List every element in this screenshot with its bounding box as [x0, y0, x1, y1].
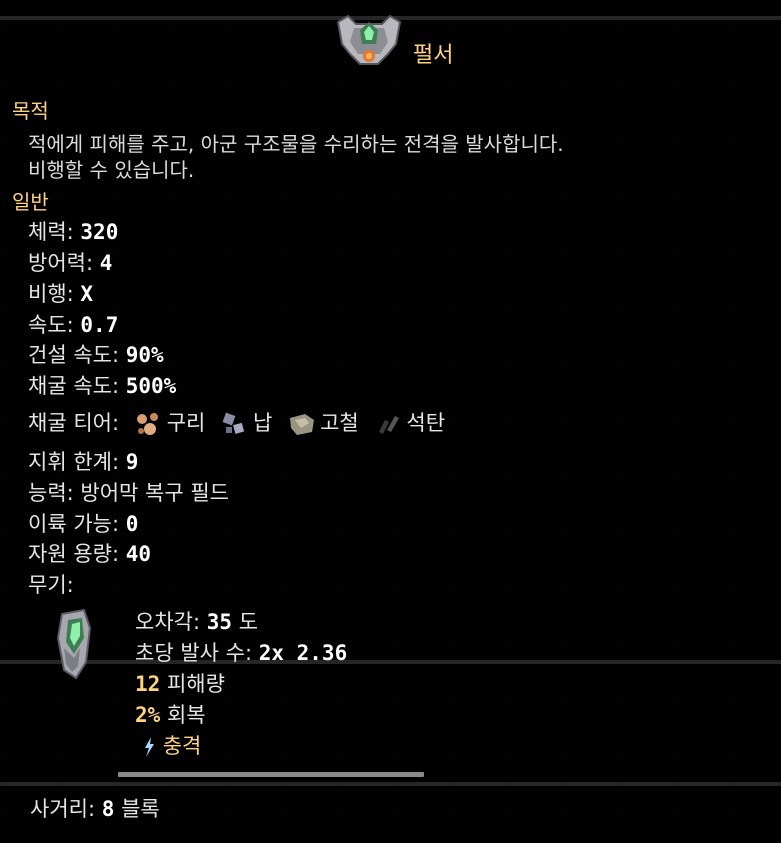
stat-build-speed: 건설 속도: 90% — [28, 341, 164, 369]
ore-label-lead: 납 — [253, 411, 273, 435]
heal-value: 2% — [135, 703, 161, 727]
stat-label: 채굴 속도: — [28, 374, 120, 398]
stat-value: 8 — [101, 797, 115, 821]
ore-label-coal: 석탄 — [406, 411, 446, 435]
unit-title: 펄서 — [413, 43, 454, 68]
purpose-description-line1: 적에게 피해를 주고, 아군 구조물을 수리하는 전격을 발사합니다. — [28, 132, 564, 156]
stat-value: 9 — [125, 450, 139, 474]
stat-label: 이륙 가능: — [28, 512, 120, 536]
stat-label: 체력: — [28, 220, 74, 244]
stat-value: 90% — [125, 343, 164, 367]
weapon-fire-rate: 초당 발사 수: 2x 2.36 — [135, 639, 347, 667]
stat-value: X — [80, 282, 94, 306]
stat-value: 40 — [125, 542, 152, 566]
stat-unit: 블록 — [121, 797, 160, 821]
stat-value: 320 — [80, 220, 119, 244]
stat-value: 2x 2.36 — [258, 641, 348, 665]
stat-health: 체력: 320 — [28, 218, 118, 246]
stat-label: 사거리: — [30, 797, 96, 821]
status-label: 충격 — [162, 734, 202, 758]
stat-label: 건설 속도: — [28, 343, 120, 367]
stat-value: 35 — [206, 610, 233, 634]
copper-ore-icon — [134, 410, 164, 438]
mid-divider — [0, 660, 781, 664]
stat-command-limit: 지휘 한계: 9 — [28, 448, 138, 476]
stat-label: 오차각: — [135, 610, 201, 634]
stat-value: 0.7 — [80, 313, 119, 337]
stat-label: 채굴 티어: — [28, 411, 120, 435]
shocked-status-icon — [145, 737, 154, 757]
stat-value: 방어막 복구 필드 — [80, 481, 229, 505]
unit-header: 펄서 — [0, 12, 781, 70]
ore-label-scrap: 고철 — [320, 411, 359, 435]
stat-range: 사거리: 8 블록 — [30, 795, 160, 823]
weapon-status-effect: 충격 — [142, 732, 201, 760]
stat-value: 4 — [99, 251, 113, 275]
purpose-description-line2: 비행할 수 있습니다. — [28, 158, 195, 182]
stat-mine-speed: 채굴 속도: 500% — [28, 372, 176, 400]
stat-label: 무기: — [28, 573, 74, 597]
damage-value: 12 — [135, 672, 161, 696]
stat-label: 자원 용량: — [28, 542, 120, 566]
pulsar-mech-icon — [336, 14, 402, 65]
stat-payload: 이륙 가능: 0 — [28, 510, 138, 538]
scrap-ore-icon — [287, 410, 317, 438]
damage-label: 피해량 — [166, 672, 225, 696]
heal-label: 회복 — [166, 703, 206, 727]
coal-ore-icon — [373, 410, 403, 438]
weapon-damage: 12 피해량 — [135, 670, 225, 698]
stat-ability: 능력: 방어막 복구 필드 — [28, 479, 229, 507]
stat-label: 초당 발사 수: — [135, 641, 253, 665]
scrollbar[interactable] — [118, 772, 424, 777]
stat-value: 500% — [125, 374, 177, 398]
stat-label: 속도: — [28, 313, 74, 337]
stat-flying: 비행: X — [28, 280, 93, 308]
general-heading: 일반 — [12, 190, 49, 214]
lead-ore-icon — [220, 410, 250, 438]
stat-weapons: 무기: — [28, 571, 74, 599]
stat-label: 능력: — [28, 481, 74, 505]
purpose-heading: 목적 — [12, 99, 49, 123]
weapon-heal: 2% 회복 — [135, 701, 206, 729]
bottom-divider — [0, 782, 781, 786]
stat-label: 방어력: — [28, 251, 94, 275]
weapon-inaccuracy: 오차각: 35 도 — [135, 608, 258, 636]
stat-armor: 방어력: 4 — [28, 249, 112, 277]
stat-label: 지휘 한계: — [28, 450, 120, 474]
stat-item-capacity: 자원 용량: 40 — [28, 540, 151, 568]
stat-mine-tier: 채굴 티어: 구리 납 고철 석탄 — [28, 409, 445, 438]
pulsar-weapon-icon — [56, 608, 92, 680]
ore-label-copper: 구리 — [166, 411, 206, 435]
stat-label: 비행: — [28, 282, 74, 306]
stat-value: 0 — [125, 512, 139, 536]
stat-unit: 도 — [238, 610, 259, 634]
stat-speed: 속도: 0.7 — [28, 311, 118, 339]
